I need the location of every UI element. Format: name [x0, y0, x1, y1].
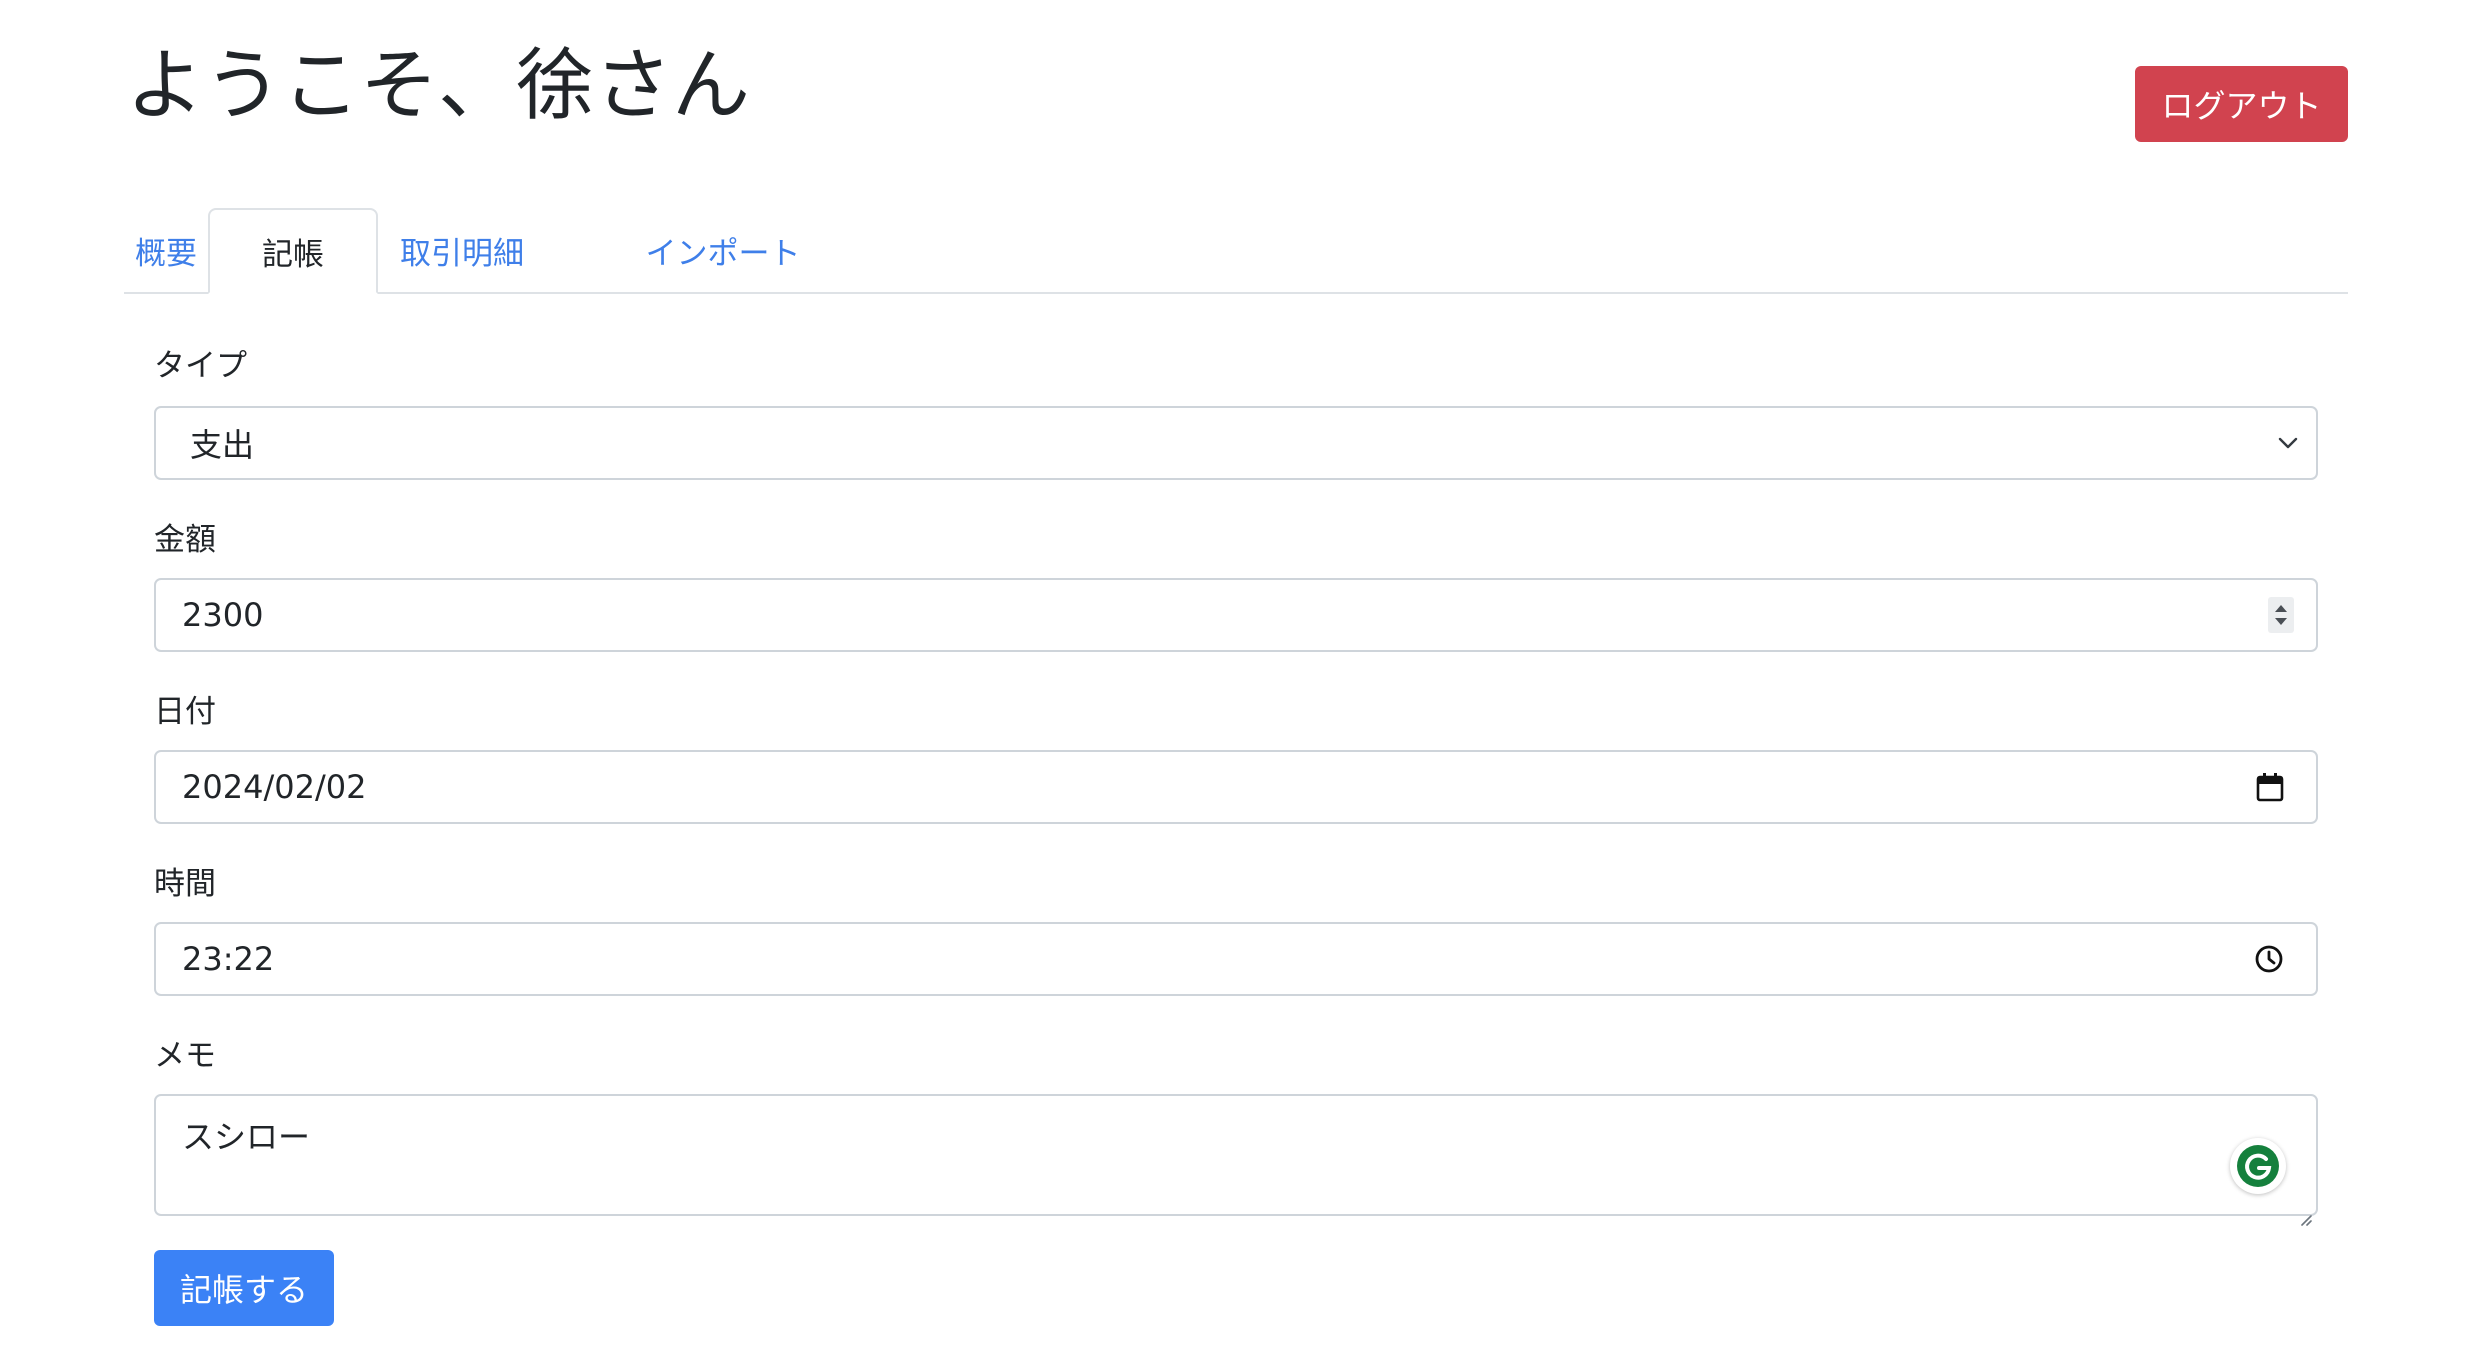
type-select[interactable]: 支出	[154, 406, 2318, 480]
logout-button[interactable]: ログアウト	[2135, 66, 2348, 142]
time-label: 時間	[154, 866, 216, 902]
type-select-value: 支出	[190, 426, 255, 464]
date-label: 日付	[154, 694, 216, 730]
amount-label: 金額	[154, 522, 216, 558]
time-input[interactable]: 23:22	[154, 922, 2318, 996]
calendar-icon[interactable]	[2256, 772, 2284, 802]
chevron-down-icon	[2278, 437, 2298, 449]
memo-textarea-value: スシロー	[182, 1118, 311, 1156]
date-input[interactable]: 2024/02/02	[154, 750, 2318, 824]
memo-label: メモ	[154, 1038, 216, 1074]
page-title: ようこそ、徐さん	[126, 41, 751, 131]
nav-tabs: 概要 記帳 取引明細 インポート	[124, 208, 2348, 294]
memo-textarea[interactable]: スシロー	[154, 1094, 2318, 1226]
time-input-value: 23:22	[182, 940, 275, 978]
clock-icon[interactable]	[2254, 944, 2284, 974]
type-label: タイプ	[154, 348, 247, 384]
tab-overview[interactable]: 概要	[124, 208, 208, 292]
tab-bookkeeping[interactable]: 記帳	[208, 208, 378, 294]
amount-input[interactable]: 2300	[154, 578, 2318, 652]
tab-import[interactable]: インポート	[616, 208, 830, 292]
grammarly-icon[interactable]	[2230, 1138, 2286, 1194]
submit-button[interactable]: 記帳する	[154, 1250, 334, 1326]
date-input-value: 2024/02/02	[182, 768, 367, 806]
resize-handle-icon[interactable]	[2298, 1196, 2312, 1226]
spinner-icon[interactable]	[2268, 597, 2294, 633]
amount-input-value: 2300	[182, 596, 264, 634]
tab-transactions[interactable]: 取引明細	[392, 208, 532, 292]
